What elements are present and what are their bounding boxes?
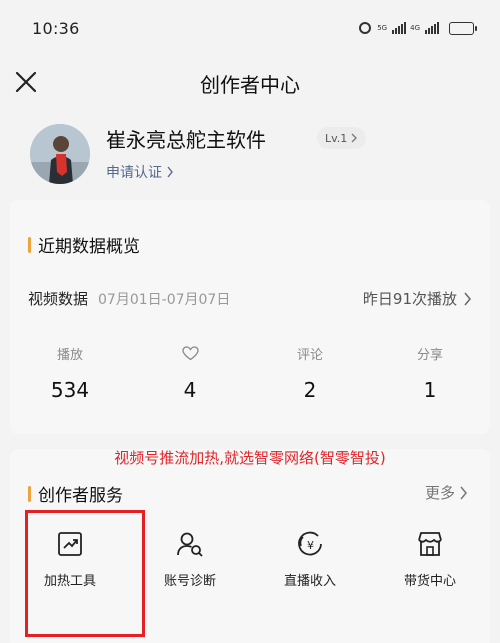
video-data-row: 视频数据 07月01日-07月07日 昨日91次播放 bbox=[28, 288, 472, 309]
level-label: Lv.1 bbox=[325, 131, 348, 145]
status-bar: 10:36 5G 4G bbox=[0, 0, 500, 56]
profile-header: 崔永亮总舵主软件 Lv.1 申请认证 bbox=[30, 124, 470, 190]
chevron-right-icon bbox=[167, 166, 173, 178]
service-account-diagnosis[interactable]: 账号诊断 bbox=[130, 529, 250, 589]
data-overview-card: 近期数据概览 视频数据 07月01日-07月07日 昨日91次播放 播放 534… bbox=[10, 200, 490, 434]
svg-text:¥: ¥ bbox=[307, 539, 314, 552]
avatar-image bbox=[30, 124, 90, 184]
service-live-income[interactable]: ¥ 直播收入 bbox=[250, 529, 370, 589]
alarm-icon bbox=[359, 22, 372, 34]
level-badge[interactable]: Lv.1 bbox=[317, 127, 367, 149]
stat-value: 534 bbox=[50, 378, 90, 402]
more-label: 更多 bbox=[424, 484, 455, 502]
user-name: 崔永亮总舵主软件 bbox=[106, 128, 266, 152]
signal-strength-icon bbox=[425, 22, 439, 34]
overview-title: 近期数据概览 bbox=[38, 237, 140, 257]
battery-icon bbox=[449, 21, 477, 35]
section-title-overview: 近期数据概览 bbox=[28, 232, 140, 257]
more-link[interactable]: 更多 bbox=[425, 482, 468, 503]
accent-bar bbox=[28, 236, 31, 253]
certify-label: 申请认证 bbox=[106, 165, 162, 181]
service-boost-tool[interactable]: 加热工具 bbox=[10, 529, 130, 589]
services-grid: 加热工具 账号诊断 ¥ 直播收入 带货中心 bbox=[10, 529, 490, 589]
chevron-right-icon bbox=[460, 486, 467, 499]
service-label: 带货中心 bbox=[403, 574, 456, 589]
service-label: 账号诊断 bbox=[163, 574, 216, 589]
stat-label: 分享 bbox=[416, 347, 443, 363]
chevron-right-icon bbox=[464, 292, 471, 305]
yesterday-plays-text: 昨日91次播放 bbox=[362, 290, 457, 308]
trend-chart-icon bbox=[58, 532, 82, 556]
stat-label: 评论 bbox=[296, 347, 323, 363]
status-time: 10:36 bbox=[32, 18, 80, 38]
nav-bar: 创作者中心 bbox=[0, 56, 500, 110]
date-range: 07月01日-07月07日 bbox=[98, 291, 231, 308]
creator-services-card: 创作者服务 更多 加热工具 账号诊断 ¥ 直播收入 带货中心 bbox=[10, 449, 490, 643]
stat-value: 2 bbox=[303, 378, 317, 402]
apply-certification-link[interactable]: 申请认证 bbox=[106, 162, 174, 182]
shop-icon bbox=[418, 532, 442, 556]
stat-plays[interactable]: 播放 534 bbox=[10, 343, 130, 403]
service-label: 直播收入 bbox=[283, 574, 336, 589]
stats-row: 播放 534 4 评论 2 分享 1 bbox=[10, 343, 490, 402]
status-icons: 5G 4G bbox=[359, 21, 477, 35]
chevron-right-icon bbox=[351, 133, 358, 143]
stat-likes[interactable]: 4 bbox=[130, 343, 250, 402]
live-income-icon: ¥ bbox=[298, 531, 322, 556]
stat-value: 1 bbox=[423, 378, 437, 402]
stat-comments[interactable]: 评论 2 bbox=[250, 343, 370, 403]
service-label: 加热工具 bbox=[43, 574, 96, 589]
service-commerce-center[interactable]: 带货中心 bbox=[370, 529, 490, 589]
stat-shares[interactable]: 分享 1 bbox=[370, 343, 490, 403]
yesterday-plays-link[interactable]: 昨日91次播放 bbox=[363, 288, 472, 309]
promo-overlay-text: 视频号推流加热,就选智零网络(智零智投) bbox=[114, 449, 386, 467]
services-title: 创作者服务 bbox=[38, 486, 123, 506]
user-search-icon bbox=[177, 532, 203, 557]
signal-strength-icon bbox=[392, 22, 407, 34]
signal2-label: 4G bbox=[410, 23, 420, 32]
close-icon[interactable] bbox=[12, 68, 40, 96]
page-title: 创作者中心 bbox=[200, 72, 300, 97]
stat-label: 播放 bbox=[56, 347, 83, 363]
signal1-label: 5G bbox=[377, 23, 388, 32]
video-data-label: 视频数据 bbox=[28, 290, 89, 308]
accent-bar bbox=[28, 485, 31, 502]
stat-value: 4 bbox=[183, 378, 197, 402]
section-title-services: 创作者服务 bbox=[28, 481, 123, 506]
avatar[interactable] bbox=[30, 124, 90, 184]
heart-icon bbox=[181, 343, 199, 363]
